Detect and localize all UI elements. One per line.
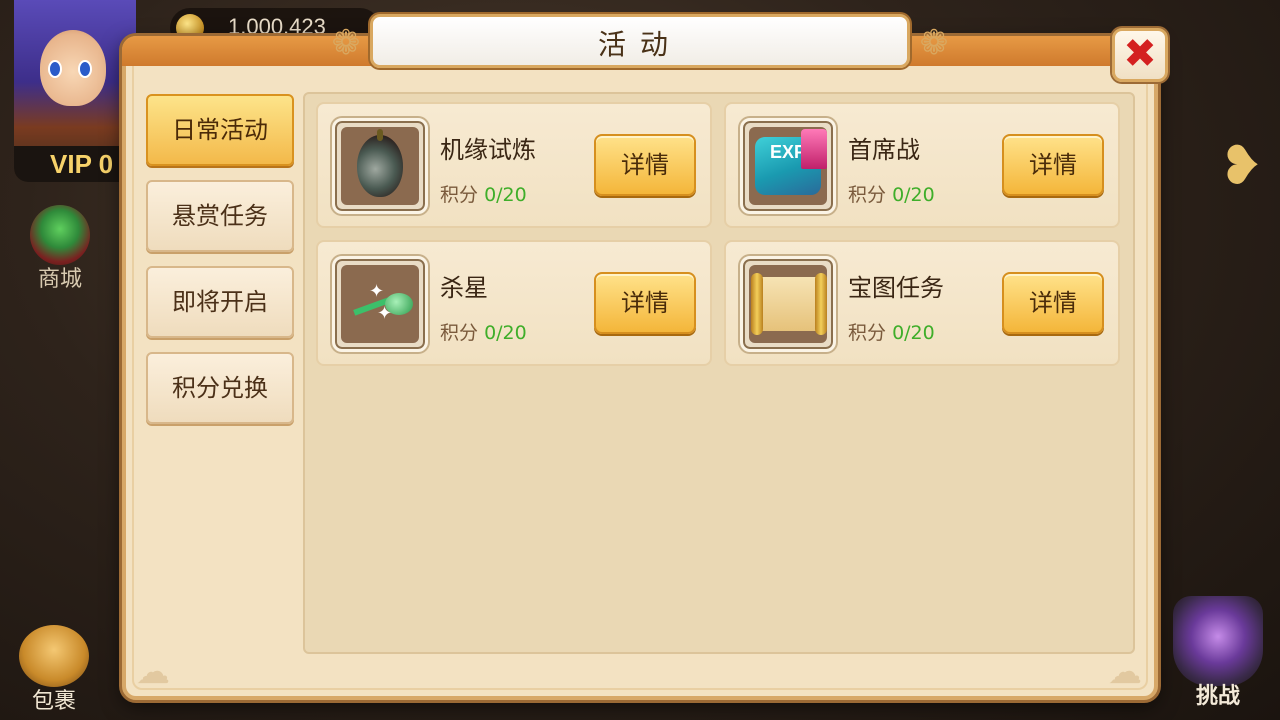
sparkle-icon: ✦	[369, 281, 385, 302]
dialog-title-plate: ❁ 活动 ❁	[332, 14, 948, 68]
cloud-ornament-icon: ☁	[1108, 652, 1142, 692]
bag-label: 包裹	[31, 689, 76, 714]
activity-card: 宝图任务 积分 0/20 详情	[724, 240, 1120, 366]
activity-icon-bg: EXP	[749, 127, 827, 205]
detail-button[interactable]: 详情	[1002, 134, 1104, 196]
score-label: 积分	[848, 184, 887, 206]
avatar-eye-left	[48, 60, 62, 78]
score-value: 0/20	[484, 184, 527, 206]
activity-icon-frame	[740, 256, 836, 352]
gourd-icon	[357, 129, 403, 197]
score-value: 0/20	[892, 184, 935, 206]
score-label: 积分	[440, 322, 479, 344]
activity-name: 宝图任务	[848, 274, 944, 302]
score-value: 0/20	[484, 322, 527, 344]
activity-name: 首席战	[848, 136, 920, 164]
activity-score: 积分 0/20	[440, 180, 527, 207]
swirl-right-icon: ❁	[919, 23, 949, 63]
swirl-left-icon: ❁	[331, 23, 361, 63]
bag-icon	[19, 625, 89, 687]
score-label: 积分	[848, 322, 887, 344]
detail-button[interactable]: 详情	[1002, 272, 1104, 334]
tab-coming-soon[interactable]: 即将开启	[146, 266, 294, 338]
player-avatar[interactable]: VIP 0	[14, 0, 136, 182]
tab-bounty-tasks[interactable]: 悬赏任务	[146, 180, 294, 252]
activity-card: ✦ ✦ 杀星 积分 0/20 详情	[316, 240, 712, 366]
activity-icon-bg: ✦ ✦	[341, 265, 419, 343]
activity-score: 积分 0/20	[848, 318, 935, 345]
bag-button[interactable]: 包裹	[14, 625, 94, 720]
next-arrow-icon[interactable]: ❥	[1214, 138, 1268, 194]
detail-button[interactable]: 详情	[594, 272, 696, 334]
detail-button[interactable]: 详情	[594, 134, 696, 196]
skull-icon	[1173, 596, 1263, 686]
exp-icon: EXP	[755, 129, 827, 195]
star-icon: ✦ ✦	[347, 281, 417, 325]
activity-icon-frame: EXP	[740, 118, 836, 214]
close-icon: ✖	[1123, 31, 1157, 77]
activity-score: 积分 0/20	[440, 318, 527, 345]
activity-name: 机缘试炼	[440, 136, 536, 164]
activity-score: 积分 0/20	[848, 180, 935, 207]
activity-icon-frame	[332, 118, 428, 214]
tab-points-exchange[interactable]: 积分兑换	[146, 352, 294, 424]
shop-button[interactable]: 商城	[20, 205, 100, 295]
challenge-button[interactable]: 挑战	[1168, 596, 1268, 714]
dialog-title: 活动	[597, 28, 682, 61]
scroll-icon	[751, 273, 827, 335]
activity-icon-bg	[341, 127, 419, 205]
exp-arrow-icon	[801, 129, 827, 169]
activity-name: 杀星	[440, 274, 488, 302]
score-label: 积分	[440, 184, 479, 206]
avatar-eye-right	[78, 60, 92, 78]
score-value: 0/20	[892, 322, 935, 344]
sparkle-icon: ✦	[377, 303, 393, 324]
challenge-label: 挑战	[1195, 684, 1240, 709]
shop-icon	[30, 205, 90, 265]
activity-card: EXP 首席战 积分 0/20 详情	[724, 102, 1120, 228]
activity-card: 机缘试炼 积分 0/20 详情	[316, 102, 712, 228]
activity-icon-bg	[749, 265, 827, 343]
shop-label: 商城	[37, 267, 82, 292]
vip-level: VIP 0	[14, 146, 136, 182]
activity-icon-frame: ✦ ✦	[332, 256, 428, 352]
cloud-ornament-icon: ☁	[136, 652, 170, 692]
tab-daily-activities[interactable]: 日常活动	[146, 94, 294, 166]
close-button[interactable]: ✖	[1112, 28, 1168, 82]
